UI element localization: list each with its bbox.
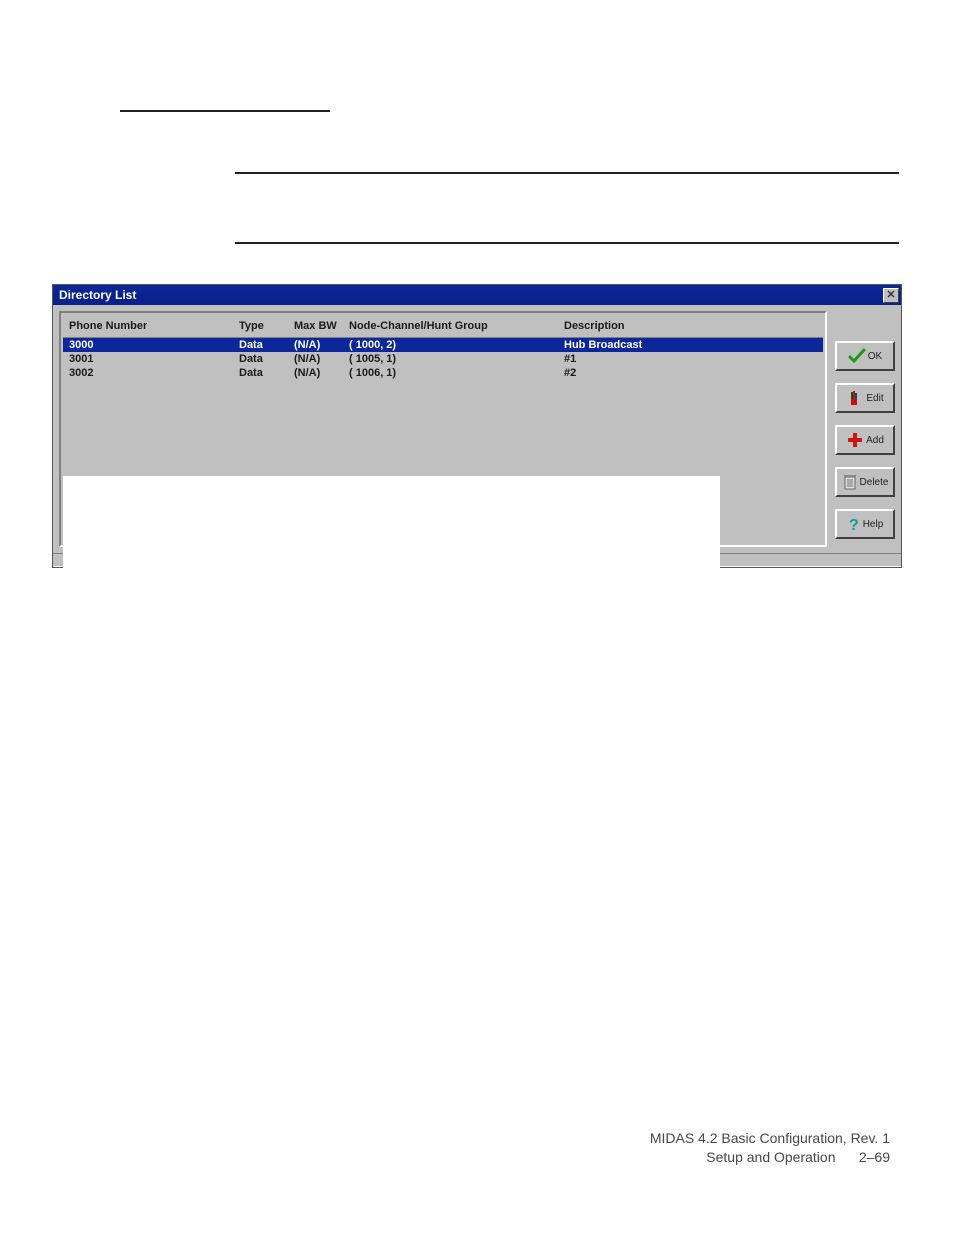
col-header-maxbw: Max BW: [294, 320, 349, 332]
close-button[interactable]: ✕: [883, 288, 899, 303]
cell-phone: 3000: [69, 339, 239, 351]
delete-label: Delete: [860, 477, 889, 488]
edit-label: Edit: [866, 393, 883, 404]
footer-section: Setup and Operation: [706, 1149, 835, 1165]
cell-desc: Hub Broadcast: [564, 339, 817, 351]
cell-type: Data: [239, 367, 294, 379]
cell-type: Data: [239, 339, 294, 351]
close-icon: ✕: [886, 290, 895, 301]
trash-icon: [842, 473, 858, 491]
page-footer: MIDAS 4.2 Basic Configuration, Rev. 1 Se…: [650, 1129, 890, 1167]
cell-node: ( 1006, 1): [349, 367, 564, 379]
cell-desc: #1: [564, 353, 817, 365]
col-header-node: Node-Channel/Hunt Group: [349, 320, 564, 332]
footer-line2: Setup and Operation 2–69: [650, 1148, 890, 1167]
ok-label: OK: [868, 351, 882, 362]
edit-button[interactable]: Edit: [835, 383, 895, 413]
help-label: Help: [863, 519, 884, 530]
table-row[interactable]: 3001Data(N/A)( 1005, 1)#1: [63, 352, 823, 366]
col-header-desc: Description: [564, 320, 817, 332]
cell-phone: 3001: [69, 353, 239, 365]
table-row[interactable]: 3000Data(N/A)( 1000, 2)Hub Broadcast: [63, 338, 823, 352]
ok-button[interactable]: OK: [835, 341, 895, 371]
delete-button[interactable]: Delete: [835, 467, 895, 497]
horizontal-rule-2: [235, 242, 899, 244]
footer-line1: MIDAS 4.2 Basic Configuration, Rev. 1: [650, 1129, 890, 1148]
cell-type: Data: [239, 353, 294, 365]
cell-maxbw: (N/A): [294, 367, 349, 379]
check-icon: [848, 348, 866, 364]
heading-underline: [120, 110, 330, 112]
titlebar: Directory List ✕: [53, 285, 901, 305]
plus-icon: [846, 431, 864, 449]
cell-maxbw: (N/A): [294, 339, 349, 351]
button-column: OK Edit: [835, 311, 895, 547]
cell-maxbw: (N/A): [294, 353, 349, 365]
col-header-type: Type: [239, 320, 294, 332]
svg-text:?: ?: [849, 517, 859, 533]
col-header-phone: Phone Number: [69, 320, 239, 332]
cell-node: ( 1005, 1): [349, 353, 564, 365]
list-header: Phone Number Type Max BW Node-Channel/Hu…: [63, 315, 823, 338]
cell-phone: 3002: [69, 367, 239, 379]
cell-node: ( 1000, 2): [349, 339, 564, 351]
add-label: Add: [866, 435, 884, 446]
help-icon: ?: [847, 515, 861, 533]
table-row[interactable]: 3002Data(N/A)( 1006, 1)#2: [63, 366, 823, 380]
add-button[interactable]: Add: [835, 425, 895, 455]
white-overlay: [63, 476, 720, 658]
footer-pagenum: 2–69: [859, 1149, 890, 1165]
edit-icon: [846, 389, 864, 407]
horizontal-rule-1: [235, 172, 899, 174]
window-title: Directory List: [59, 288, 883, 302]
cell-desc: #2: [564, 367, 817, 379]
help-button[interactable]: ? Help: [835, 509, 895, 539]
